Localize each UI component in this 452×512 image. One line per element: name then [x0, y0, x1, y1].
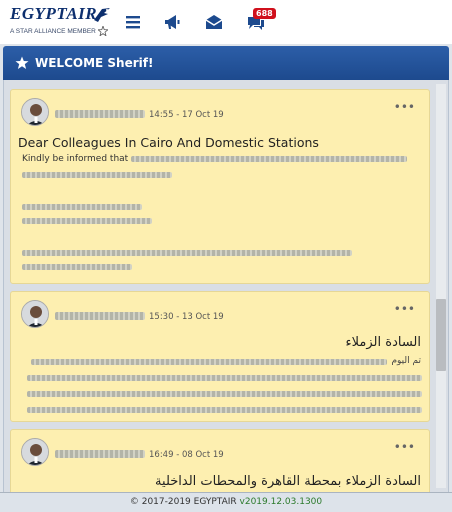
avatar [21, 98, 49, 126]
horus-bird-icon [94, 8, 110, 22]
avatar [21, 438, 49, 466]
star-alliance-icon [98, 26, 108, 36]
post-body-redacted [27, 391, 422, 397]
post-body-redacted [27, 407, 422, 413]
post-card[interactable]: 14:55 - 17 Oct 19 ••• Dear Colleagues In… [10, 89, 430, 284]
scrollbar-thumb[interactable] [436, 299, 446, 371]
notification-badge: 688 [253, 8, 276, 19]
post-body: تم اليوم [391, 356, 421, 366]
post-body-redacted [31, 359, 387, 365]
egyptair-logo[interactable]: EGYPTAIR A STAR ALLIANCE MEMBER [10, 4, 110, 40]
post-timestamp: 15:30 - 13 Oct 19 [149, 312, 224, 322]
news-feed[interactable]: 14:55 - 17 Oct 19 ••• Dear Colleagues In… [3, 80, 449, 492]
footer: © 2017-2019 EGYPTAIR v2019.12.03.1300 [0, 492, 452, 512]
star-icon [15, 56, 29, 69]
post-body-redacted [131, 156, 407, 162]
post-title: Dear Colleagues In Cairo And Domestic St… [18, 135, 319, 150]
post-card[interactable]: 16:49 - 08 Oct 19 ••• السادة الزملاء بمح… [10, 429, 430, 492]
top-bar: EGYPTAIR A STAR ALLIANCE MEMBER 688 [0, 0, 452, 44]
welcome-header: WELCOME Sherif! [3, 46, 449, 80]
logo-wordmark: EGYPTAIR [10, 4, 98, 23]
post-body-redacted [22, 172, 172, 178]
post-body-redacted [27, 375, 422, 381]
author-name-redacted [55, 312, 145, 320]
post-title: السادة الزملاء بمحطة القاهرة والمحطات ال… [155, 474, 421, 489]
post-body-redacted [22, 204, 142, 210]
post-body: Kindly be informed that [22, 154, 129, 164]
more-options-icon[interactable]: ••• [394, 302, 415, 316]
post-body-redacted [22, 218, 152, 224]
post-timestamp: 16:49 - 08 Oct 19 [149, 450, 224, 460]
post-title: السادة الزملاء [345, 335, 421, 350]
version-text: v2019.12.03.1300 [239, 497, 323, 507]
menu-icon[interactable] [124, 12, 144, 32]
megaphone-icon[interactable] [163, 12, 183, 32]
post-timestamp: 14:55 - 17 Oct 19 [149, 110, 224, 120]
post-body-redacted [22, 250, 352, 256]
feed-scrollbar[interactable] [436, 84, 446, 488]
logo-tagline: A STAR ALLIANCE MEMBER [10, 28, 96, 35]
author-name-redacted [55, 450, 145, 458]
welcome-text: WELCOME Sherif! [35, 56, 154, 70]
avatar [21, 300, 49, 328]
more-options-icon[interactable]: ••• [394, 440, 415, 454]
mail-icon[interactable] [204, 12, 224, 32]
more-options-icon[interactable]: ••• [394, 100, 415, 114]
post-card[interactable]: 15:30 - 13 Oct 19 ••• السادة الزملاء تم … [10, 291, 430, 422]
copyright-text: © 2017-2019 EGYPTAIR [129, 497, 237, 507]
author-name-redacted [55, 110, 145, 118]
post-body-redacted [22, 264, 132, 270]
